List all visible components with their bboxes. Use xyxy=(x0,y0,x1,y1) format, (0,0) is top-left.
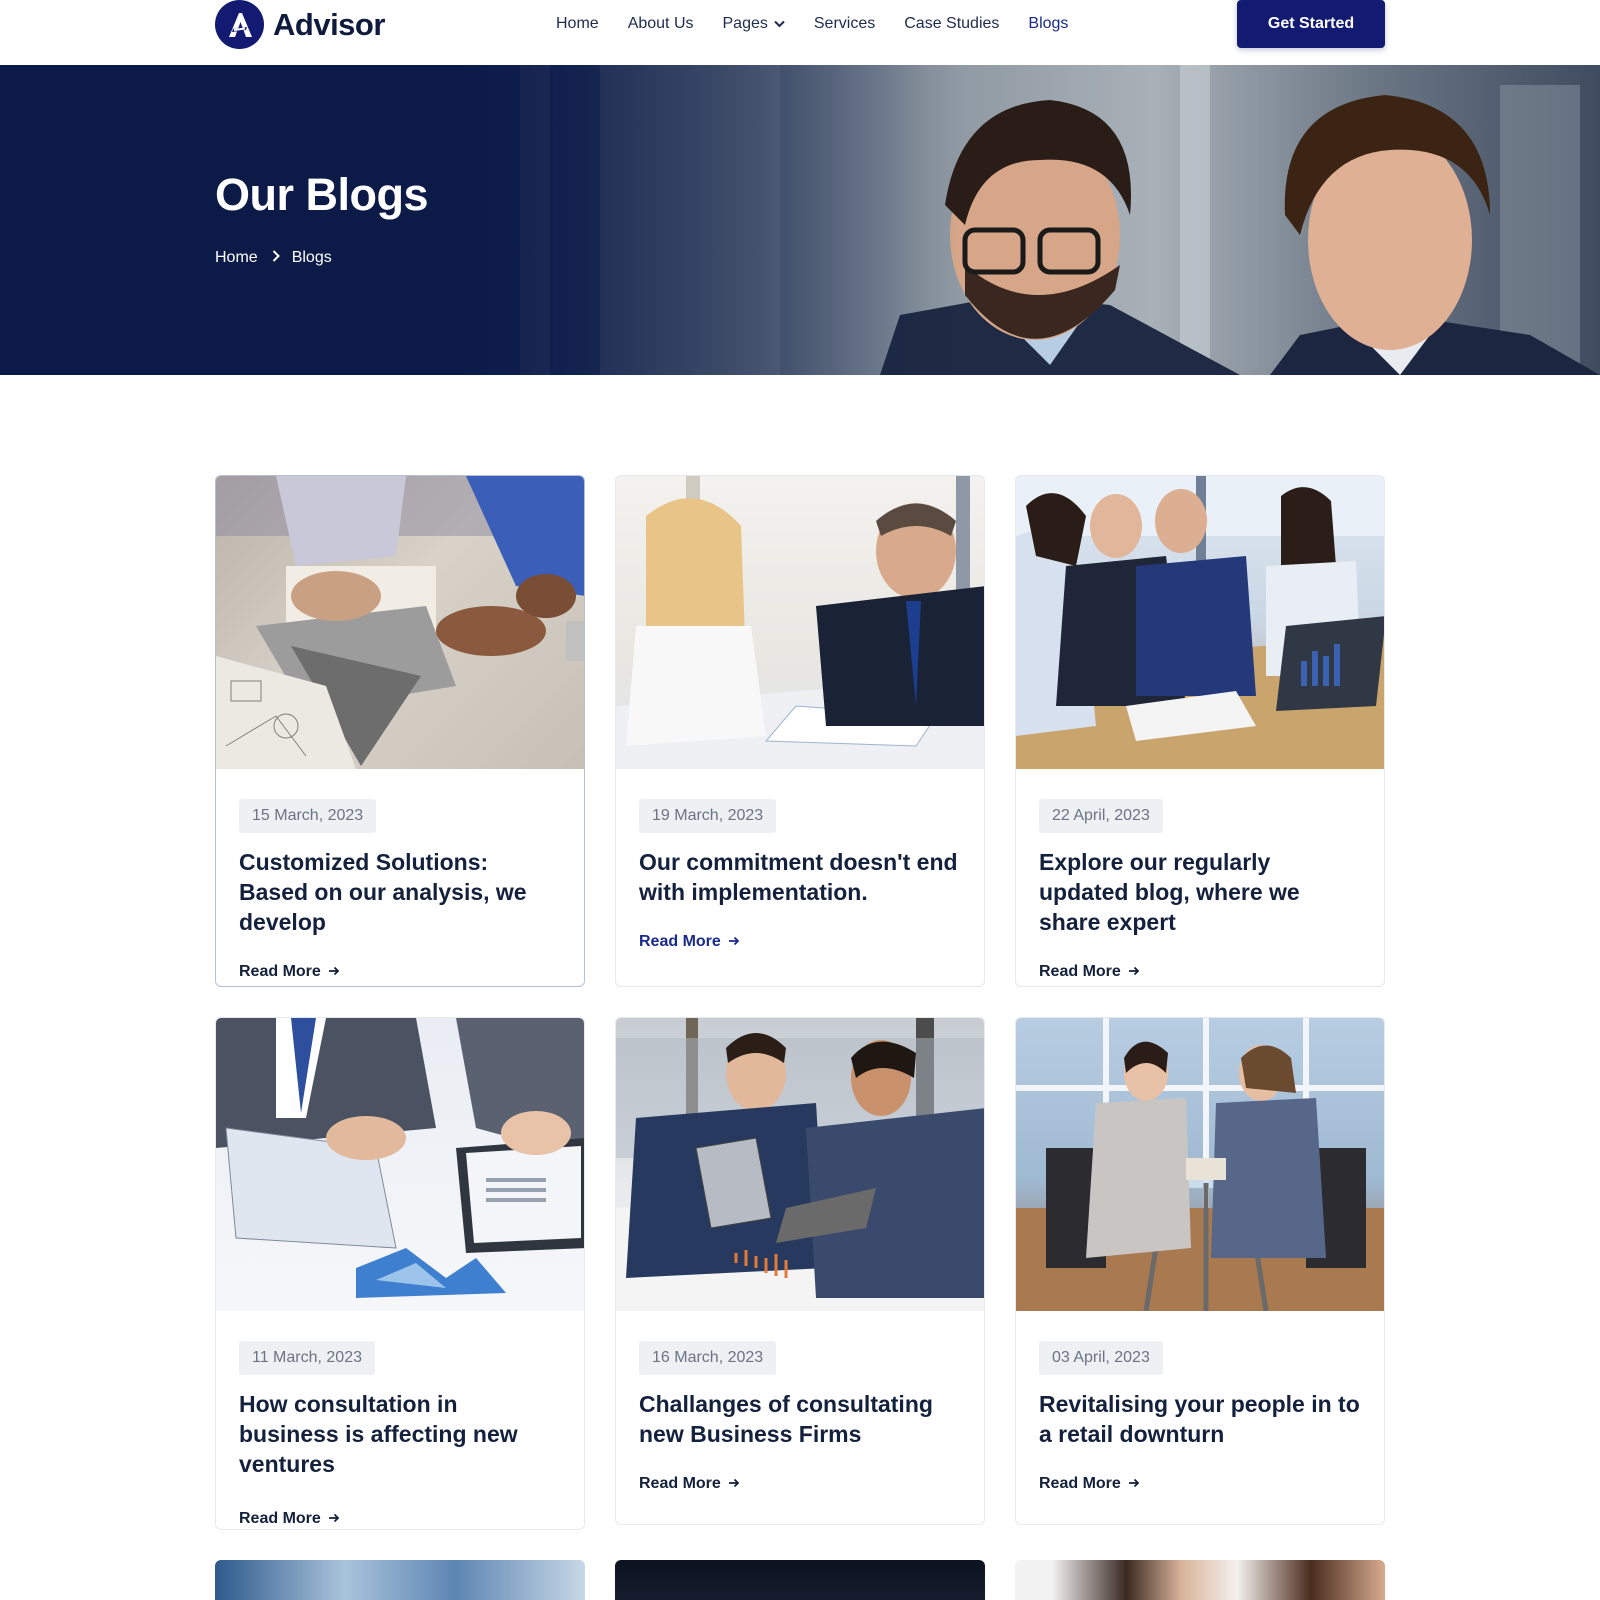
blog-card-image[interactable] xyxy=(216,1018,584,1311)
site-header: Advisor Home About Us Pages Services Cas… xyxy=(0,0,1600,65)
read-more-link[interactable]: Read More xyxy=(1039,1475,1140,1493)
blog-card-image[interactable] xyxy=(1016,476,1384,769)
chevron-right-icon xyxy=(272,249,280,267)
post-title[interactable]: Our commitment doesn't end with implemen… xyxy=(639,847,961,907)
nav-home[interactable]: Home xyxy=(556,15,599,33)
read-more-link[interactable]: Read More xyxy=(639,1475,740,1493)
logo-icon xyxy=(215,0,264,49)
blog-card-image[interactable] xyxy=(616,1018,984,1311)
blog-card[interactable]: 03 April, 2023 Revitalising your people … xyxy=(1015,1017,1385,1525)
page-title: Our Blogs xyxy=(215,169,429,220)
post-date: 03 April, 2023 xyxy=(1039,1341,1163,1375)
arrow-right-icon xyxy=(728,1475,740,1493)
nav-pages-label: Pages xyxy=(722,15,768,32)
post-date: 11 March, 2023 xyxy=(239,1341,375,1375)
blog-card-image[interactable] xyxy=(1016,1018,1384,1311)
read-more-label: Read More xyxy=(239,963,321,980)
blog-card-image-partial[interactable] xyxy=(1015,1560,1385,1600)
nav-pages[interactable]: Pages xyxy=(723,15,785,33)
read-more-label: Read More xyxy=(639,1475,721,1492)
blog-card[interactable]: 16 March, 2023 Challanges of consultatin… xyxy=(615,1017,985,1525)
arrow-right-icon xyxy=(1128,963,1140,981)
blog-card[interactable]: 22 April, 2023 Explore our regularly upd… xyxy=(1015,475,1385,987)
post-title[interactable]: Explore our regularly updated blog, wher… xyxy=(1039,847,1361,937)
blog-card-image-partial[interactable] xyxy=(215,1560,585,1600)
blog-card[interactable]: 11 March, 2023 How consultation in busin… xyxy=(215,1017,585,1530)
blog-card-image[interactable] xyxy=(216,476,584,769)
read-more-label: Read More xyxy=(239,1510,321,1527)
nav-services[interactable]: Services xyxy=(814,15,875,33)
arrow-right-icon xyxy=(1128,1475,1140,1493)
chevron-down-icon xyxy=(774,15,785,33)
breadcrumb-current: Blogs xyxy=(291,249,332,266)
blog-card[interactable]: 15 March, 2023 Customized Solutions: Bas… xyxy=(215,475,585,987)
breadcrumb: Home Blogs xyxy=(215,249,332,267)
post-title[interactable]: Revitalising your people in to a retail … xyxy=(1039,1389,1361,1449)
get-started-button[interactable]: Get Started xyxy=(1237,0,1385,48)
read-more-label: Read More xyxy=(639,933,721,950)
breadcrumb-home[interactable]: Home xyxy=(215,249,258,267)
post-date: 16 March, 2023 xyxy=(639,1341,777,1375)
nav-about-us[interactable]: About Us xyxy=(628,15,694,33)
blog-card-image-partial[interactable] xyxy=(615,1560,985,1600)
post-title[interactable]: How consultation in business is affectin… xyxy=(239,1389,561,1479)
read-more-label: Read More xyxy=(1039,1475,1121,1492)
brand-name: Advisor xyxy=(273,6,385,42)
post-title[interactable]: Challanges of consultating new Business … xyxy=(639,1389,961,1449)
read-more-link[interactable]: Read More xyxy=(239,963,340,981)
read-more-link[interactable]: Read More xyxy=(1039,963,1140,981)
arrow-right-icon xyxy=(328,1510,340,1528)
blog-card[interactable]: 19 March, 2023 Our commitment doesn't en… xyxy=(615,475,985,987)
blog-card-image[interactable] xyxy=(616,476,984,769)
arrow-right-icon xyxy=(728,933,740,951)
nav-case-studies[interactable]: Case Studies xyxy=(904,15,999,33)
main-nav: Home About Us Pages Services Case Studie… xyxy=(556,12,1097,36)
page-hero: Our Blogs Home Blogs xyxy=(0,65,1600,375)
post-title[interactable]: Customized Solutions: Based on our analy… xyxy=(239,847,561,937)
post-date: 19 March, 2023 xyxy=(639,799,777,833)
read-more-link[interactable]: Read More xyxy=(639,933,740,951)
brand-logo[interactable]: Advisor xyxy=(215,0,385,49)
post-date: 22 April, 2023 xyxy=(1039,799,1163,833)
read-more-link[interactable]: Read More xyxy=(239,1510,340,1528)
arrow-right-icon xyxy=(328,963,340,981)
post-date: 15 March, 2023 xyxy=(239,799,377,833)
read-more-label: Read More xyxy=(1039,963,1121,980)
nav-blogs[interactable]: Blogs xyxy=(1028,15,1068,33)
